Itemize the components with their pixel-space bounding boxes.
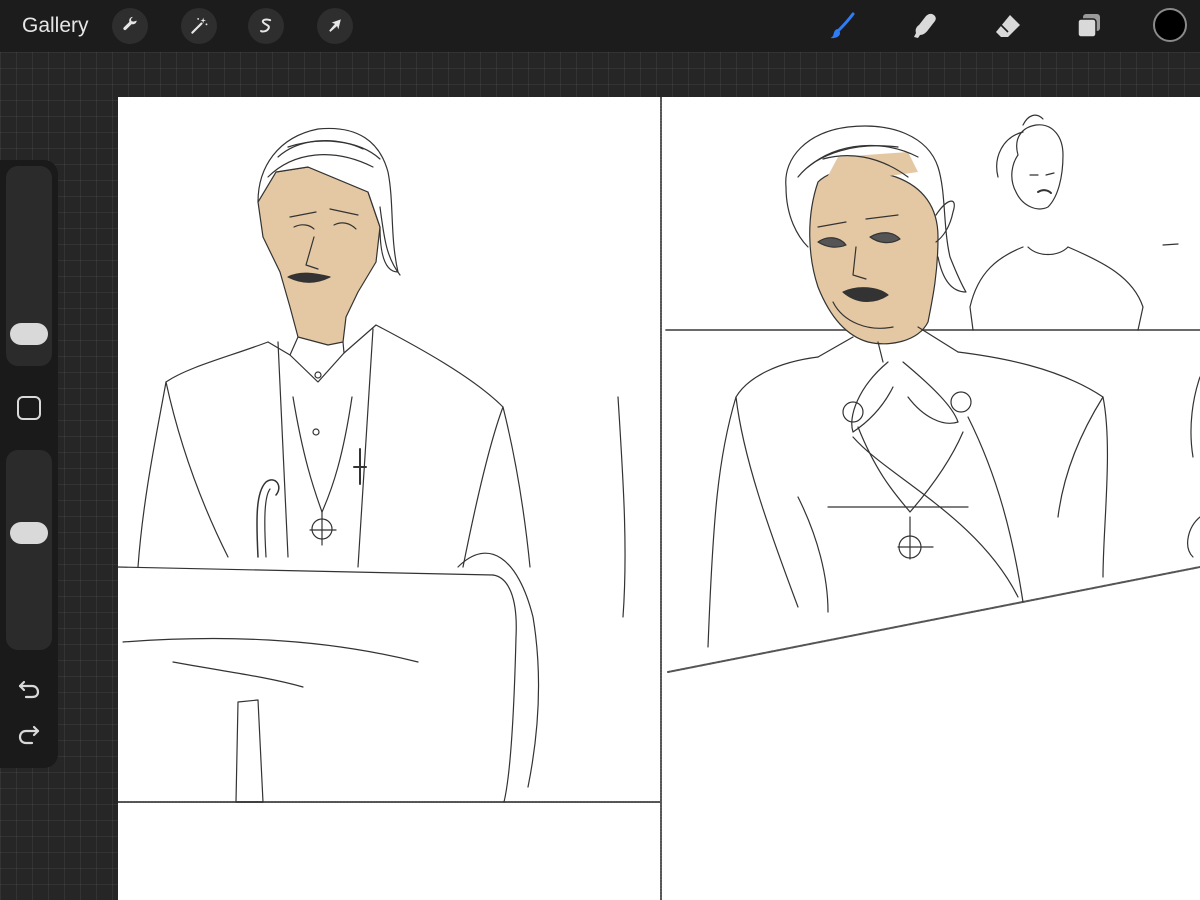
brush-size-slider[interactable] xyxy=(6,166,52,366)
selection-button[interactable] xyxy=(248,8,284,44)
modify-button[interactable] xyxy=(17,396,41,420)
smudge-tool-button[interactable] xyxy=(907,8,943,44)
brush-opacity-slider[interactable] xyxy=(6,450,52,650)
adjustments-button[interactable] xyxy=(181,8,217,44)
color-picker-swatch[interactable] xyxy=(1153,8,1187,42)
wrench-icon xyxy=(123,16,137,31)
top-toolbar: Gallery xyxy=(0,0,1200,52)
undo-button[interactable] xyxy=(16,675,42,701)
drawing-canvas[interactable] xyxy=(118,97,1200,900)
eraser-icon xyxy=(996,15,1020,37)
brush-size-thumb[interactable] xyxy=(10,323,48,345)
redo-arrow-icon xyxy=(18,725,40,745)
layers-icon xyxy=(1077,14,1100,38)
transform-button[interactable] xyxy=(317,8,353,44)
brush-icon xyxy=(830,12,855,39)
layers-button[interactable] xyxy=(1071,8,1107,44)
eraser-tool-button[interactable] xyxy=(990,8,1026,44)
actions-button[interactable] xyxy=(112,8,148,44)
selection-s-icon xyxy=(260,18,272,33)
smudge-finger-icon xyxy=(914,13,936,38)
gallery-button[interactable]: Gallery xyxy=(22,12,89,40)
undo-arrow-icon xyxy=(18,680,40,699)
arrow-cursor-icon xyxy=(329,19,341,32)
procreate-app: Gallery xyxy=(0,0,1200,900)
brush-opacity-thumb[interactable] xyxy=(10,522,48,544)
brush-tool-button[interactable] xyxy=(825,8,861,44)
left-sidebar xyxy=(0,160,58,768)
magic-wand-icon xyxy=(191,17,208,34)
redo-button[interactable] xyxy=(16,723,42,749)
sketch-artwork xyxy=(118,97,1200,900)
